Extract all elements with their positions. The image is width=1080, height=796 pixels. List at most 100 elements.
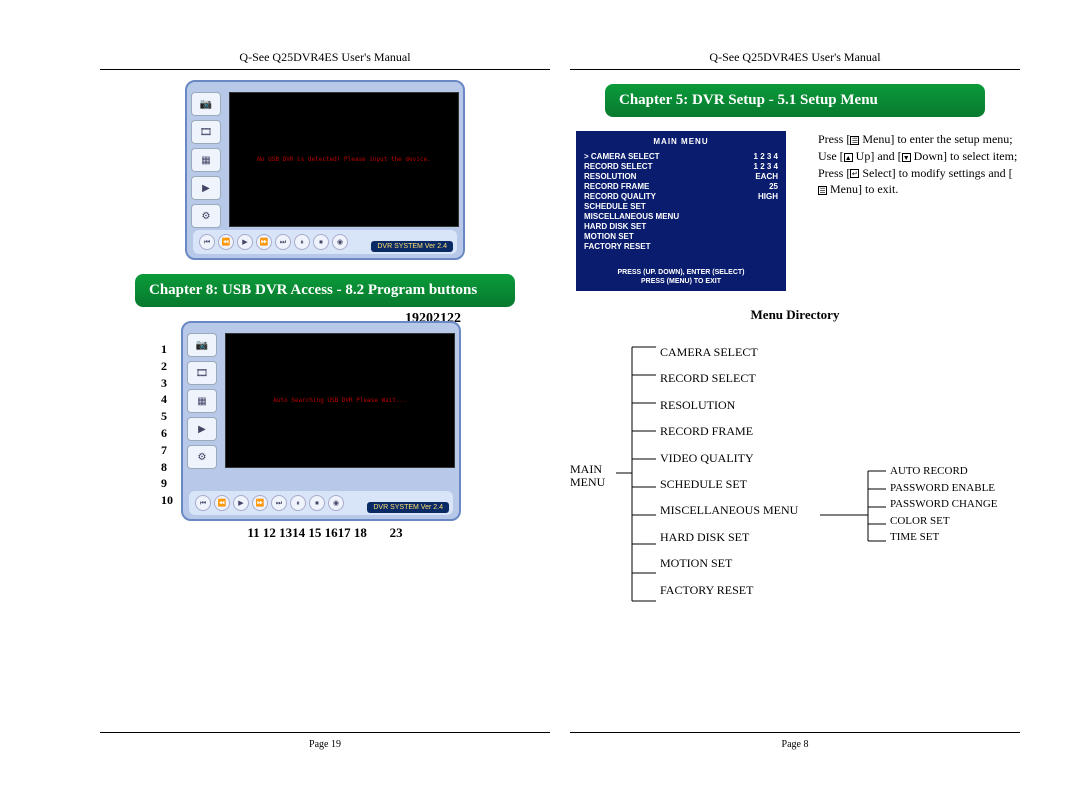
control-button: ⏩ (256, 234, 272, 250)
divider (100, 69, 550, 70)
film-icon: 🎞 (191, 120, 221, 144)
menu-row-value: 1 2 3 4 (754, 152, 778, 162)
doc-header: Q-See Q25DVR4ES User's Manual (570, 50, 1020, 65)
callout-num: 5 (161, 408, 173, 425)
main-menu-row: FACTORY RESET (584, 242, 778, 252)
page-right: Q-See Q25DVR4ES User's Manual Chapter 5:… (570, 50, 1020, 750)
menu-row-label: MISCELLANEOUS MENU (584, 212, 679, 222)
main-menu-rows: CAMERA SELECT1 2 3 4RECORD SELECT1 2 3 4… (584, 152, 778, 252)
menu-level1-item: FACTORY RESET (660, 577, 798, 603)
hint-line: PRESS (UP. DOWN), ENTER (SELECT) (584, 268, 778, 277)
control-button: ◉ (332, 234, 348, 250)
main-menu-row: RECORD QUALITYHIGH (584, 192, 778, 202)
player-screen: Auto Searching USB DVR Please Wait... (225, 333, 455, 468)
txt: Use [ (818, 149, 844, 163)
page-number: Page 19 (309, 739, 341, 750)
main-menu-row: HARD DISK SET (584, 222, 778, 232)
play-icon: ▶ (191, 176, 221, 200)
control-button: ▶ (233, 495, 249, 511)
instruction-line: Use [▲ Up] and [▼ Down] to select item; (818, 148, 1020, 165)
control-button: ⏭ (275, 234, 291, 250)
control-button: ⏩ (252, 495, 268, 511)
dvr-player-screenshot-2: 📷 🎞 ▦ ▶ ⚙ Auto Searching USB DVR Please … (181, 321, 461, 521)
menu-instructions: Press [☰ Menu] to enter the setup menu; … (810, 131, 1020, 198)
menu-row-label: CAMERA SELECT (584, 152, 660, 162)
page-footer: Page 19 (100, 732, 550, 750)
main-menu-title: MAIN MENU (584, 137, 778, 146)
control-button: ⏭ (271, 495, 287, 511)
callout-num-row: 11 12 1314 15 1617 18 (247, 525, 367, 540)
page-number: Page 8 (782, 739, 809, 750)
down-icon: ▼ (902, 153, 911, 162)
menu-row-label: MOTION SET (584, 232, 634, 242)
menu-level1-item: MISCELLANEOUS MENU (660, 497, 798, 523)
up-icon: ▲ (844, 153, 853, 162)
page-left: Q-See Q25DVR4ES User's Manual 📷 🎞 ▦ ▶ ⚙ … (100, 50, 550, 750)
menu-level2-item: TIME SET (890, 529, 997, 546)
menu-row-label: FACTORY RESET (584, 242, 651, 252)
menu-level1-item: RECORD SELECT (660, 365, 798, 391)
callout-num: 10 (161, 492, 173, 509)
menu-level1-item: HARD DISK SET (660, 524, 798, 550)
main-menu-hint: PRESS (UP. DOWN), ENTER (SELECT) PRESS (… (584, 268, 778, 286)
hint-line: PRESS (MENU) TO EXIT (584, 277, 778, 286)
menu-row-value: EACH (755, 172, 778, 182)
menu-icon: ☰ (818, 186, 827, 195)
txt: Menu] to enter the setup menu; (859, 132, 1012, 146)
main-menu-row: SCHEDULE SET (584, 202, 778, 212)
menu-row-label: RESOLUTION (584, 172, 636, 182)
menu-level1-item: RECORD FRAME (660, 418, 798, 444)
callout-num: 1 (161, 341, 173, 358)
control-button: ▶ (237, 234, 253, 250)
control-button: ⏹ (313, 234, 329, 250)
menu-row-label: SCHEDULE SET (584, 202, 646, 212)
callout-num: 9 (161, 475, 173, 492)
grid-icon: ▦ (187, 389, 217, 413)
gear-icon: ⚙ (191, 204, 221, 228)
control-button: ⏸ (290, 495, 306, 511)
chapter-banner: Chapter 5: DVR Setup - 5.1 Setup Menu (605, 84, 985, 117)
callout-num: 2 (161, 358, 173, 375)
player-sidebar: 📷 🎞 ▦ ▶ ⚙ (187, 333, 221, 469)
menu-level2-item: COLOR SET (890, 513, 997, 530)
menu-level2: AUTO RECORDPASSWORD ENABLEPASSWORD CHANG… (890, 463, 997, 546)
player-screen: No USB DVR is detected! Please input the… (229, 92, 459, 227)
control-button: ⏮ (199, 234, 215, 250)
menu-level1-item: SCHEDULE SET (660, 471, 798, 497)
txt: Press [ (818, 132, 850, 146)
doc-header: Q-See Q25DVR4ES User's Manual (100, 50, 550, 65)
menu-row-value: 1 2 3 4 (754, 162, 778, 172)
menu-level1-item: MOTION SET (660, 550, 798, 576)
txt: Up] and [ (853, 149, 902, 163)
page-footer: Page 8 (570, 732, 1020, 750)
menu-root-label: MAIN MENU (570, 462, 605, 489)
instruction-line: Press [☰ Menu] to enter the setup menu; (818, 131, 1020, 148)
menu-level1-item: VIDEO QUALITY (660, 445, 798, 471)
callout-bottom: 11 12 1314 15 1617 18 23 (175, 525, 475, 541)
main-menu-row: MISCELLANEOUS MENU (584, 212, 778, 222)
chapter-banner: Chapter 8: USB DVR Access - 8.2 Program … (135, 274, 515, 307)
film-icon: 🎞 (187, 361, 217, 385)
txt: Menu] to exit. (827, 182, 898, 196)
callout-num: 4 (161, 391, 173, 408)
divider (570, 69, 1020, 70)
camera-icon: 📷 (187, 333, 217, 357)
main-menu-row: RESOLUTION EACH (584, 172, 778, 182)
instruction-line: Press [↵ Select] to modify settings and … (818, 165, 1020, 199)
player-footer-label: DVR SYSTEM Ver 2.4 (371, 241, 453, 252)
callout-num: 7 (161, 442, 173, 459)
menu-row-label: RECORD QUALITY (584, 192, 656, 202)
menu-level2-item: PASSWORD ENABLE (890, 480, 997, 497)
control-button: ◉ (328, 495, 344, 511)
txt: Down] to select item; (911, 149, 1018, 163)
select-icon: ↵ (850, 169, 859, 178)
menu-row-label: RECORD FRAME (584, 182, 649, 192)
main-menu-row: CAMERA SELECT 1 2 3 4 (584, 152, 778, 162)
menu-icon: ☰ (850, 136, 859, 145)
dvr-player-screenshot-1: 📷 🎞 ▦ ▶ ⚙ No USB DVR is detected! Please… (185, 80, 465, 260)
callout-num: 6 (161, 425, 173, 442)
menu-row-label: HARD DISK SET (584, 222, 646, 232)
callout-num: 3 (161, 375, 173, 392)
gear-icon: ⚙ (187, 445, 217, 469)
menu-level1-item: CAMERA SELECT (660, 339, 798, 365)
